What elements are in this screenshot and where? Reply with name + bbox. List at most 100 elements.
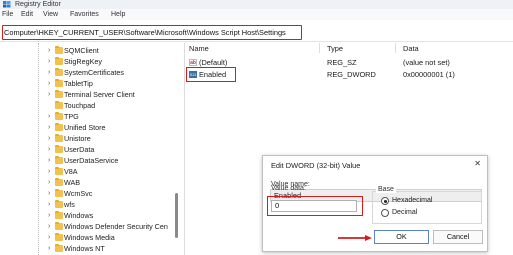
menu-view[interactable]: View [43,10,58,19]
chevron-right-icon[interactable]: › [48,233,50,242]
chevron-right-icon[interactable]: › [48,156,50,165]
column-header-type[interactable]: Type [327,44,343,53]
edit-dword-dialog: Edit DWORD (32-bit) Value ✕ Value name: … [262,155,488,252]
base-label: Base [376,186,396,193]
window-title: Registry Editor [15,1,61,8]
folder-icon [55,78,63,87]
chevron-right-icon[interactable]: › [48,222,50,231]
column-header-data[interactable]: Data [403,44,419,53]
chevron-right-icon[interactable]: › [48,90,50,99]
address-path[interactable]: Computer\HKEY_CURRENT_USER\Software\Micr… [4,28,286,38]
menu-edit[interactable]: Edit [21,10,33,19]
tree-item[interactable]: › WAB [0,177,176,188]
tree-item[interactable]: › wfs [0,199,176,210]
value-type: REG_SZ [327,58,357,67]
folder-icon [55,67,63,76]
chevron-right-icon[interactable]: › [48,211,50,220]
menu-help[interactable]: Help [111,10,125,19]
chevron-right-icon[interactable]: › [48,79,50,88]
chevron-right-icon[interactable]: › [48,189,50,198]
chevron-right-icon[interactable]: › [48,167,50,176]
menu-bar: File Edit View Favorites Help [0,9,513,20]
tree-item[interactable]: › UserData [0,144,176,155]
tree-item[interactable]: › SystemCertificates [0,67,176,78]
tree-item-label: Touchpad [64,101,96,110]
tree-item[interactable]: › SQMClient [0,45,176,56]
column-header-name[interactable]: Name [189,44,209,53]
column-divider[interactable] [319,43,320,53]
folder-icon [55,100,63,109]
chevron-right-icon[interactable]: › [48,57,50,66]
registry-editor-icon [3,1,11,8]
tree-item[interactable]: › UserDataService [0,155,176,166]
chevron-right-icon[interactable]: › [48,200,50,209]
tree-scrollbar[interactable] [175,193,178,238]
folder-icon [55,111,63,120]
folder-icon [55,232,63,241]
folder-icon [55,243,63,252]
tree-item[interactable]: › Terminal Server Client [0,89,176,100]
tree-item-label: Windows NT [64,244,105,253]
chevron-right-icon[interactable]: › [48,46,50,55]
chevron-right-icon[interactable]: › [48,112,50,121]
tree-item[interactable]: › Windows Media [0,232,176,243]
value-data-label: Value data: [271,185,306,192]
tree-item[interactable]: › TabletTip [0,78,176,89]
tree-item[interactable]: › StigRegKey [0,56,176,67]
chevron-right-icon[interactable]: › [48,145,50,154]
string-value-icon: ab [189,59,197,66]
key-tree-pane[interactable]: › SQMClient › StigRegKey › SystemCertificates… [0,43,184,255]
tree-item-label: WcmSvc [64,189,93,198]
folder-icon [55,210,63,219]
value-data-input[interactable]: 0 [271,200,357,212]
tree-item[interactable]: › Windows NT [0,243,176,254]
tree-item-label: TPG [64,112,79,121]
tree-item[interactable]: Touchpad [0,100,176,111]
tree-item[interactable]: › TPG [0,111,176,122]
tree-item[interactable]: › WcmSvc [0,188,176,199]
ok-button[interactable]: OK [374,230,429,244]
tree-item-label: StigRegKey [64,57,102,66]
arrow-annotation-icon [338,235,372,241]
tree-item-label: Unified Store [64,123,106,132]
decimal-radio[interactable] [381,209,389,217]
tree-item-label: wfs [64,200,75,209]
tree-item[interactable]: › Unified Store [0,122,176,133]
column-divider[interactable] [395,43,396,53]
folder-icon [55,45,63,54]
title-bar: Registry Editor [0,0,513,9]
chevron-right-icon[interactable]: › [48,178,50,187]
tree-item[interactable]: › Windows Defender Security Cen [0,221,176,232]
close-icon[interactable]: ✕ [474,159,481,168]
folder-icon [55,133,63,142]
tree-item-label: Windows Defender Security Cen [64,222,168,231]
tree-item-label: Windows Media [64,233,115,242]
tree-item[interactable]: › Unistore [0,133,176,144]
folder-icon [55,177,63,186]
chevron-right-icon[interactable]: › [48,123,50,132]
tree-item-label: Terminal Server Client [64,90,135,99]
address-bar[interactable]: Computer\HKEY_CURRENT_USER\Software\Micr… [0,22,513,42]
folder-icon [55,166,63,175]
dialog-title: Edit DWORD (32-bit) Value [271,161,361,170]
decimal-label[interactable]: Decimal [392,208,417,217]
value-data: (value not set) [403,58,450,67]
menu-file[interactable]: File [2,10,13,19]
tree-item[interactable]: › Windows [0,210,176,221]
folder-icon [55,199,63,208]
menu-favorites[interactable]: Favorites [70,10,99,19]
chevron-right-icon[interactable]: › [48,134,50,143]
hexadecimal-radio[interactable] [381,197,389,205]
cancel-button[interactable]: Cancel [433,230,483,244]
folder-icon [55,188,63,197]
tree-item[interactable]: › V8A [0,166,176,177]
tree-item-label: UserData [64,145,95,154]
chevron-right-icon[interactable]: › [48,68,50,77]
value-data: 0x00000001 (1) [403,70,455,79]
hexadecimal-label[interactable]: Hexadecimal [392,196,432,205]
registry-editor-window: Registry Editor File Edit View Favorites… [0,0,513,255]
chevron-right-icon[interactable]: › [48,244,50,253]
folder-icon [55,89,63,98]
value-data-highlight-box: 0 [267,196,363,216]
tree-item-label: TabletTip [64,79,93,88]
